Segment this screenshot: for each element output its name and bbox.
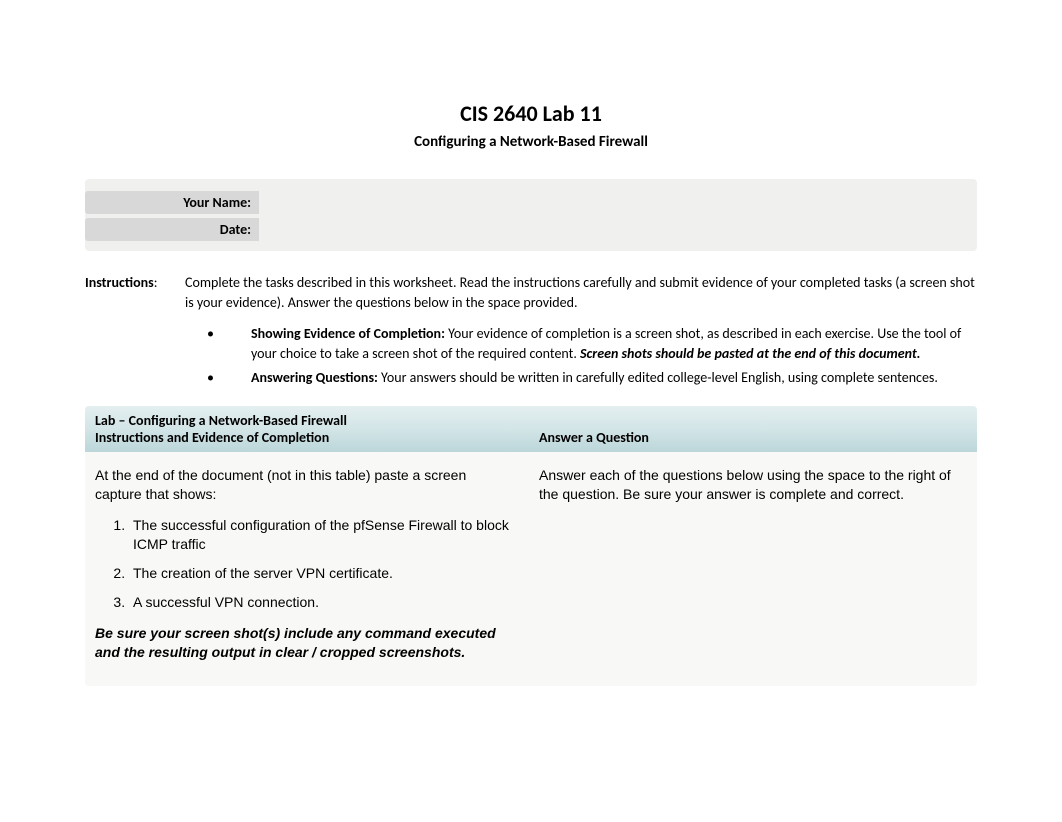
- instructions-label: Instructions:: [85, 273, 185, 314]
- lab-title: Lab – Configuring a Network-Based Firewa…: [85, 406, 977, 429]
- bullet-evidence-bold: Showing Evidence of Completion:: [251, 325, 445, 342]
- instructions-bullets: • Showing Evidence of Completion: Your e…: [181, 324, 977, 389]
- lab-header-row: Instructions and Evidence of Completion …: [85, 429, 977, 452]
- bullet-evidence: • Showing Evidence of Completion: Your e…: [181, 324, 977, 365]
- lab-task-2: The creation of the server VPN certifica…: [129, 564, 513, 583]
- lab-task-3: A successful VPN connection.: [129, 593, 513, 612]
- lab-header-right: Answer a Question: [531, 429, 967, 446]
- lab-table: Lab – Configuring a Network-Based Firewa…: [85, 406, 977, 685]
- bullet-answering-rest: Your answers should be written in carefu…: [378, 369, 938, 386]
- lab-task-1: The successful configuration of the pfSe…: [129, 516, 513, 554]
- bullet-icon: •: [181, 368, 251, 388]
- instructions-colon: :: [154, 274, 158, 291]
- lab-body-row: At the end of the document (not in this …: [85, 452, 977, 685]
- student-info-block: Your Name: Date:: [85, 179, 977, 251]
- instructions-body: Complete the tasks described in this wor…: [185, 273, 977, 314]
- lab-task-list: The successful configuration of the pfSe…: [109, 516, 513, 612]
- document-title: CIS 2640 Lab 11: [85, 100, 977, 127]
- bullet-answering-text: Answering Questions: Your answers should…: [251, 368, 977, 388]
- date-row: Date:: [85, 216, 977, 243]
- lab-left-intro: At the end of the document (not in this …: [95, 466, 513, 504]
- lab-header-left: Instructions and Evidence of Completion: [95, 429, 531, 446]
- bullet-icon: •: [181, 324, 251, 365]
- instructions-row: Instructions: Complete the tasks describ…: [85, 273, 977, 314]
- bullet-evidence-text: Showing Evidence of Completion: Your evi…: [251, 324, 977, 365]
- document-subtitle: Configuring a Network-Based Firewall: [85, 133, 977, 151]
- document-page: CIS 2640 Lab 11 Configuring a Network-Ba…: [0, 0, 1062, 726]
- bullet-answering-bold: Answering Questions:: [251, 369, 378, 386]
- date-input[interactable]: [259, 227, 977, 233]
- instructions-label-text: Instructions: [85, 274, 154, 291]
- lab-right-intro: Answer each of the questions below using…: [539, 466, 959, 504]
- name-row: Your Name:: [85, 189, 977, 216]
- lab-left-note: Be sure your screen shot(s) include any …: [95, 624, 513, 662]
- name-label: Your Name:: [85, 191, 259, 214]
- lab-right-cell[interactable]: Answer each of the questions below using…: [531, 466, 967, 661]
- bullet-answering: • Answering Questions: Your answers shou…: [181, 368, 977, 388]
- date-label: Date:: [85, 218, 259, 241]
- name-input[interactable]: [259, 200, 977, 206]
- bullet-evidence-italic: Screen shots should be pasted at the end…: [580, 345, 920, 362]
- lab-left-cell: At the end of the document (not in this …: [95, 466, 531, 661]
